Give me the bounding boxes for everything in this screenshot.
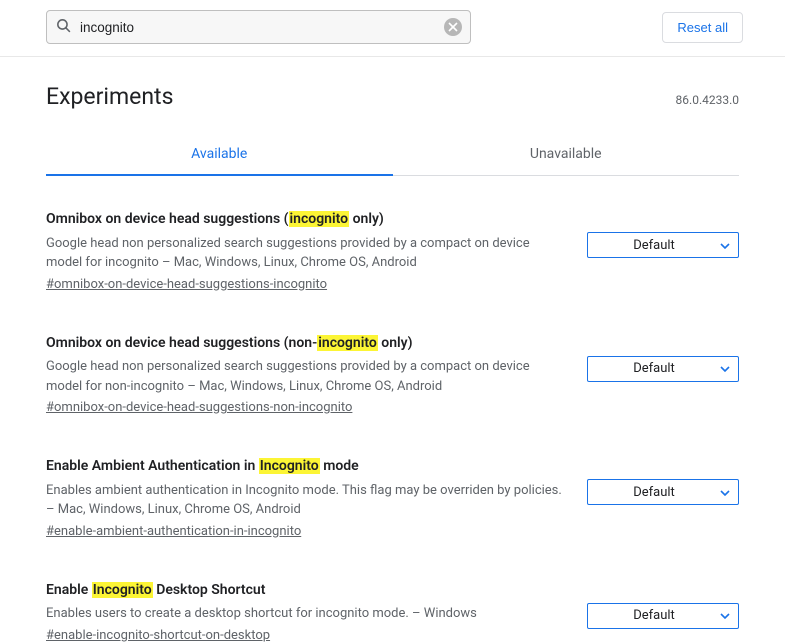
tab-unavailable[interactable]: Unavailable: [393, 134, 740, 175]
experiment-hash-link[interactable]: #enable-ambient-authentication-in-incogn…: [46, 524, 301, 539]
experiment-row: Enable Ambient Authentication in Incogni…: [46, 457, 739, 539]
experiment-hash-link[interactable]: #enable-incognito-shortcut-on-desktop: [46, 628, 270, 643]
version-label: 86.0.4233.0: [676, 93, 739, 107]
experiment-hash-link[interactable]: #omnibox-on-device-head-suggestions-inco…: [46, 277, 327, 292]
experiment-select[interactable]: Default: [587, 356, 739, 382]
experiment-description: Enables ambient authentication in Incogn…: [46, 481, 567, 520]
chevron-down-icon: [720, 485, 730, 500]
experiments-list: Omnibox on device head suggestions (inco…: [46, 210, 739, 643]
experiment-title: Omnibox on device head suggestions (inco…: [46, 210, 567, 230]
experiment-title: Enable Ambient Authentication in Incogni…: [46, 457, 567, 477]
experiment-select[interactable]: Default: [587, 603, 739, 629]
chevron-down-icon: [720, 361, 730, 376]
chevron-down-icon: [720, 238, 730, 253]
experiment-hash-link[interactable]: #omnibox-on-device-head-suggestions-non-…: [46, 400, 352, 415]
search-input[interactable]: [72, 20, 444, 35]
top-bar: Reset all: [0, 0, 785, 57]
experiment-description: Google head non personalized search sugg…: [46, 357, 567, 396]
search-highlight: incognito: [289, 211, 350, 227]
search-highlight: Incognito: [92, 582, 153, 598]
select-label: Default: [588, 361, 720, 376]
experiment-title: Omnibox on device head suggestions (non-…: [46, 334, 567, 354]
experiment-row: Omnibox on device head suggestions (inco…: [46, 210, 739, 292]
search-highlight: Incognito: [259, 458, 320, 474]
search-box[interactable]: [46, 10, 471, 44]
experiment-description: Google head non personalized search sugg…: [46, 234, 567, 273]
experiment-title: Enable Incognito Desktop Shortcut: [46, 581, 567, 601]
tab-available[interactable]: Available: [46, 134, 393, 175]
experiment-select[interactable]: Default: [587, 232, 739, 258]
chevron-down-icon: [720, 608, 730, 623]
tabs: Available Unavailable: [46, 134, 739, 176]
experiment-description: Enables users to create a desktop shortc…: [46, 604, 567, 624]
reset-all-button[interactable]: Reset all: [662, 12, 743, 43]
experiment-select[interactable]: Default: [587, 479, 739, 505]
page-title: Experiments: [46, 83, 173, 110]
search-highlight: incognito: [317, 335, 378, 351]
select-label: Default: [588, 485, 720, 500]
search-icon: [55, 17, 72, 38]
title-row: Experiments 86.0.4233.0: [46, 83, 739, 110]
clear-search-button[interactable]: [444, 18, 462, 36]
experiment-row: Omnibox on device head suggestions (non-…: [46, 334, 739, 416]
select-label: Default: [588, 608, 720, 623]
select-label: Default: [588, 238, 720, 253]
